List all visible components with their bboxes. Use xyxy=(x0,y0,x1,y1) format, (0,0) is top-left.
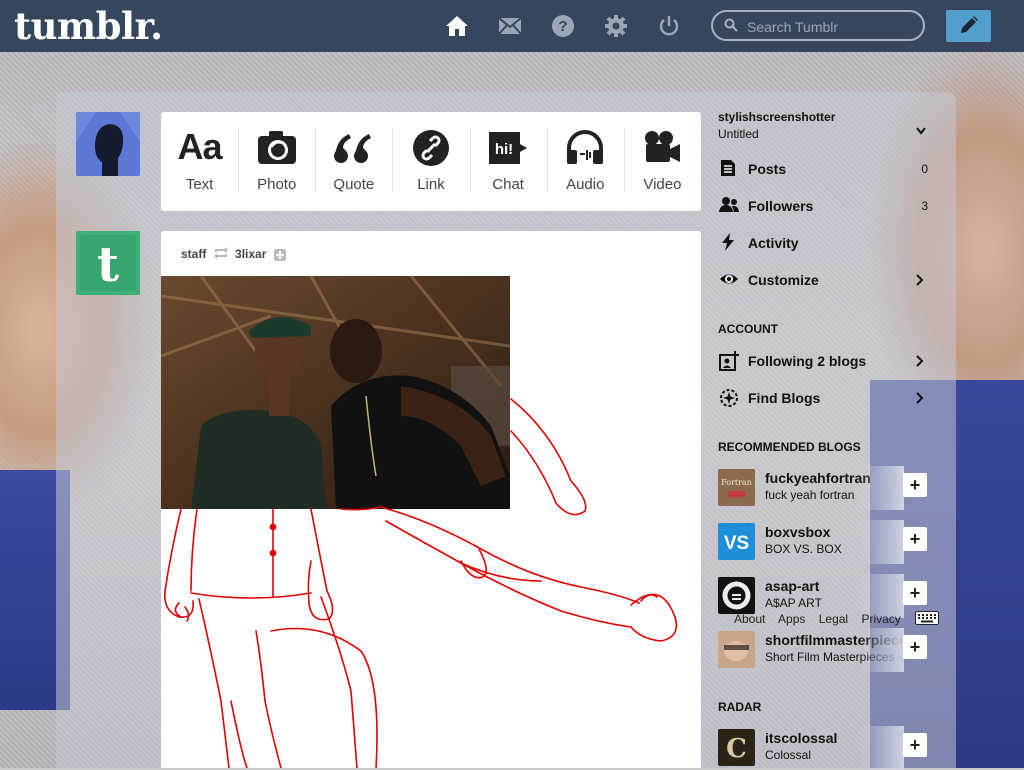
follow-blog-button[interactable]: + xyxy=(903,473,927,497)
footer-link-privacy[interactable]: Privacy xyxy=(861,612,900,626)
red-sketch-drawing xyxy=(163,398,678,768)
svg-text:t: t xyxy=(97,237,119,293)
post-type-label: Link xyxy=(417,176,445,193)
fade-overlay xyxy=(858,628,904,672)
footer-link-apps[interactable]: Apps xyxy=(778,612,805,626)
sidebar-item-label: Activity xyxy=(748,235,799,251)
svg-text:C: C xyxy=(726,734,747,764)
search-box[interactable] xyxy=(711,10,925,41)
follow-blog-button[interactable]: + xyxy=(903,581,927,605)
video-camera-icon xyxy=(642,130,682,171)
blog-avatar: Fortran xyxy=(718,469,755,506)
fade-overlay xyxy=(858,726,904,770)
staff-avatar[interactable]: t xyxy=(76,231,140,295)
svg-text:?: ? xyxy=(558,18,567,35)
sidebar-item-activity[interactable]: Activity xyxy=(718,228,928,258)
svg-text:VS: VS xyxy=(724,533,749,554)
post-audio-button[interactable]: Audio xyxy=(546,112,624,211)
sidebar-item-customize[interactable]: Customize xyxy=(718,265,928,295)
recommended-blog-item[interactable]: Fortran fuckyeahfortran fuck yeah fortra… xyxy=(718,466,928,510)
blog-avatar: C xyxy=(718,729,755,766)
blog-avatar xyxy=(718,631,755,668)
svg-text:Fortran: Fortran xyxy=(721,478,752,487)
post-type-label: Text xyxy=(185,176,214,193)
headphones-icon xyxy=(565,130,605,171)
follow-blog-button[interactable]: + xyxy=(903,733,927,757)
blog-title: Untitled xyxy=(718,127,759,141)
camera-icon xyxy=(257,130,297,171)
recommended-heading: RECOMMENDED BLOGS xyxy=(718,440,861,454)
post-type-label: Chat xyxy=(492,176,524,193)
post-type-label: Video xyxy=(643,176,682,193)
compass-icon xyxy=(719,388,739,411)
footer-links: About Apps Legal Privacy xyxy=(734,612,911,626)
top-navigation-bar: tumblr. ? xyxy=(0,0,1024,52)
post-type-label: Audio xyxy=(566,176,605,193)
user-avatar[interactable] xyxy=(76,112,140,176)
fade-overlay xyxy=(858,520,904,564)
post-type-label: Quote xyxy=(333,176,375,193)
recommended-blog-item[interactable]: shortfilmmasterpieces Short Film Masterp… xyxy=(718,628,928,672)
search-input[interactable] xyxy=(745,17,919,37)
post-photo-button[interactable]: Photo xyxy=(238,112,315,211)
radar-blog-item[interactable]: C itscolossal Colossal + xyxy=(718,726,928,770)
sidebar-item-label: Customize xyxy=(748,272,819,288)
blog-name[interactable]: stylishscreenshotter xyxy=(718,110,835,124)
compose-post-button[interactable] xyxy=(946,10,991,42)
mail-icon[interactable] xyxy=(498,14,522,38)
help-icon[interactable]: ? xyxy=(551,14,575,38)
chevron-right-icon xyxy=(916,354,924,370)
chevron-right-icon xyxy=(916,273,924,289)
account-heading: ACCOUNT xyxy=(718,322,778,336)
power-logout-icon[interactable] xyxy=(657,14,681,38)
settings-gear-icon[interactable] xyxy=(604,14,628,38)
post-type-label: Photo xyxy=(257,176,297,193)
quote-icon xyxy=(333,130,375,171)
pencil-icon xyxy=(961,16,978,33)
blog-avatar xyxy=(718,577,755,614)
blog-avatar: VS xyxy=(718,523,755,560)
svg-text:hi!: hi! xyxy=(495,141,513,158)
eye-icon xyxy=(719,270,739,291)
footer-link-legal[interactable]: Legal xyxy=(819,612,848,626)
fade-overlay xyxy=(858,466,904,510)
search-icon xyxy=(724,18,738,37)
post-link-button[interactable]: Link xyxy=(392,112,469,211)
keyboard-shortcuts-icon[interactable] xyxy=(915,611,939,630)
home-icon[interactable] xyxy=(445,14,469,38)
follow-blog-button[interactable]: + xyxy=(903,527,927,551)
sidebar-item-label: Find Blogs xyxy=(748,390,821,406)
text-icon: Aa xyxy=(177,126,223,167)
post-chat-button[interactable]: hi! Chat xyxy=(469,112,547,211)
activity-icon xyxy=(719,233,737,254)
posts-count: 0 xyxy=(921,162,928,176)
chat-icon: hi! xyxy=(488,130,528,171)
followers-icon xyxy=(719,196,739,217)
post-quote-button[interactable]: Quote xyxy=(315,112,392,211)
sidebar-item-posts[interactable]: Posts 0 xyxy=(718,154,928,184)
post-type-bar: Aa Text Photo Quote Link hi! Chat Audio xyxy=(161,112,701,211)
sidebar-item-label: Following 2 blogs xyxy=(748,353,867,369)
post-video-button[interactable]: Video xyxy=(623,112,701,211)
tumblr-logo[interactable]: tumblr. xyxy=(14,4,163,48)
link-icon xyxy=(412,130,449,171)
posts-icon xyxy=(719,159,737,180)
sidebar-item-find-blogs[interactable]: Find Blogs xyxy=(718,383,928,413)
following-icon xyxy=(719,351,739,374)
sidebar-item-label: Followers xyxy=(748,198,814,214)
follow-blog-button[interactable]: + xyxy=(903,635,927,659)
recommended-blog-item[interactable]: VS boxvsbox BOX VS. BOX + xyxy=(718,520,928,564)
post-text-button[interactable]: Aa Text xyxy=(161,112,238,211)
chevron-down-icon[interactable] xyxy=(916,122,926,140)
radar-heading: RADAR xyxy=(718,700,762,714)
sidebar-item-label: Posts xyxy=(748,161,787,177)
sidebar-item-followers[interactable]: Followers 3 xyxy=(718,191,928,221)
dashboard-post: staff 3lixar xyxy=(161,231,701,768)
sidebar-item-following[interactable]: Following 2 blogs xyxy=(718,346,928,376)
chevron-right-icon xyxy=(916,391,924,407)
followers-count: 3 xyxy=(921,199,928,213)
footer-link-about[interactable]: About xyxy=(734,612,765,626)
